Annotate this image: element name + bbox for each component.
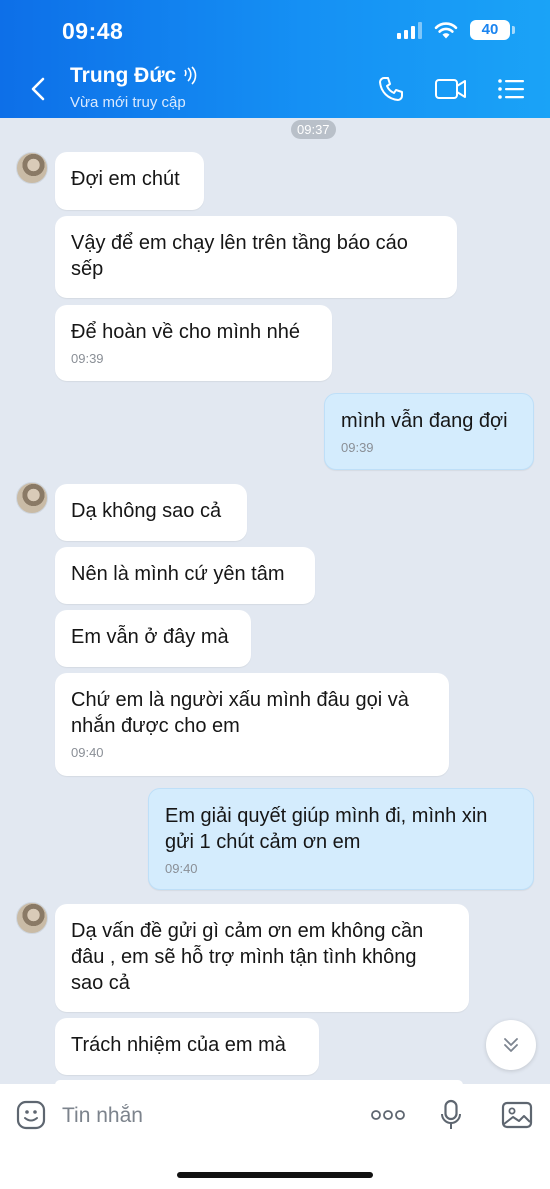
message-list[interactable]: 09:37 Đợi em chút Vậy để em chạy lên trê… [0, 118, 550, 1084]
status-indicators: 40 [397, 20, 515, 40]
message-text: Nên là mình cứ yên tâm [71, 563, 285, 585]
avatar[interactable] [16, 482, 48, 514]
message-text: Dạ không sao cả [71, 500, 222, 522]
message-bubble-incoming[interactable]: Dạ không sao cả [55, 484, 247, 541]
video-camera-icon [435, 79, 466, 99]
microphone-icon [441, 1099, 461, 1129]
avatar[interactable] [16, 152, 48, 184]
message-text: mình vẫn đang đợi [341, 410, 508, 432]
menu-button[interactable] [494, 72, 528, 106]
message-text: Vậy để em chạy lên trên tầng báo cáo sếp [71, 232, 408, 280]
message-bubble-incoming[interactable]: Vậy để em chạy lên trên tầng báo cáo sếp [55, 216, 457, 298]
message-text: Đợi em chút [71, 168, 180, 190]
message-text: Chứ em là người xấu mình đâu gọi và nhắn… [71, 689, 409, 737]
phone-icon [379, 77, 403, 101]
message-bubble-incoming[interactable]: Nên là mình cứ yên tâm [55, 547, 315, 604]
message-bubble-incoming[interactable]: Chứ em là người xấu mình đâu gọi và nhắn… [55, 673, 449, 776]
avatar[interactable] [16, 902, 48, 934]
message-text: Trách nhiệm của em mà [71, 1034, 286, 1056]
message-time: 09:40 [71, 745, 104, 760]
message-bubble-outgoing[interactable]: mình vẫn đang đợi 09:39 [324, 393, 534, 470]
message-bubble-incoming[interactable]: Dạ vấn đề gửi gì cảm ơn em không cần đâu… [55, 904, 469, 1012]
message-input-bar [0, 1084, 550, 1189]
contact-status: Vừa mới truy cập [70, 94, 186, 111]
chat-header: 09:48 40 Trung Đức Vừa mới truy cập [0, 0, 550, 118]
message-time: 09:39 [71, 351, 104, 366]
image-icon [501, 1101, 533, 1129]
home-indicator [177, 1172, 373, 1178]
more-dots-icon [371, 1110, 405, 1120]
contact-name-row[interactable]: Trung Đức [70, 64, 200, 88]
sound-wave-icon [184, 66, 197, 85]
message-text: Để hoàn về cho mình nhé [71, 321, 301, 343]
message-text: Em giải quyết giúp mình đi, mình xin gửi… [165, 805, 488, 853]
cellular-signal-icon [397, 21, 422, 39]
voice-call-button[interactable] [374, 72, 408, 106]
message-bubble-incoming[interactable]: Để hoàn về cho mình nhé 09:39 [55, 305, 332, 381]
message-bubble-incoming[interactable]: Đợi em chút [55, 152, 204, 210]
time-separator: 09:37 [291, 120, 336, 139]
emoji-button[interactable] [14, 1098, 48, 1132]
battery-indicator: 40 [470, 20, 515, 40]
video-call-button[interactable] [434, 72, 468, 106]
more-options-button[interactable] [370, 1098, 406, 1132]
message-text: Em vẫn ở đây mà [71, 626, 229, 648]
message-bubble-incoming[interactable]: Trách nhiệm của em mà [55, 1018, 319, 1075]
message-input[interactable] [62, 1102, 342, 1130]
message-bubble-incoming[interactable]: Em vẫn ở đây mà [55, 610, 251, 667]
wifi-icon [434, 22, 458, 39]
message-time: 09:40 [165, 861, 198, 876]
back-button[interactable] [24, 74, 54, 104]
chevron-left-icon [31, 77, 45, 101]
message-time: 09:39 [341, 440, 374, 455]
status-time: 09:48 [62, 18, 124, 44]
voice-message-button[interactable] [434, 1098, 468, 1132]
scroll-to-bottom-button[interactable] [486, 1020, 536, 1070]
message-bubble-outgoing[interactable]: Em giải quyết giúp mình đi, mình xin gửi… [148, 788, 534, 890]
contact-name: Trung Đức [70, 64, 177, 87]
photo-button[interactable] [500, 1098, 534, 1132]
emoji-sticker-icon [16, 1100, 46, 1130]
message-text: Dạ vấn đề gửi gì cảm ơn em không cần đâu… [71, 920, 424, 994]
list-menu-icon [498, 79, 524, 99]
double-chevron-down-icon [504, 1038, 518, 1052]
